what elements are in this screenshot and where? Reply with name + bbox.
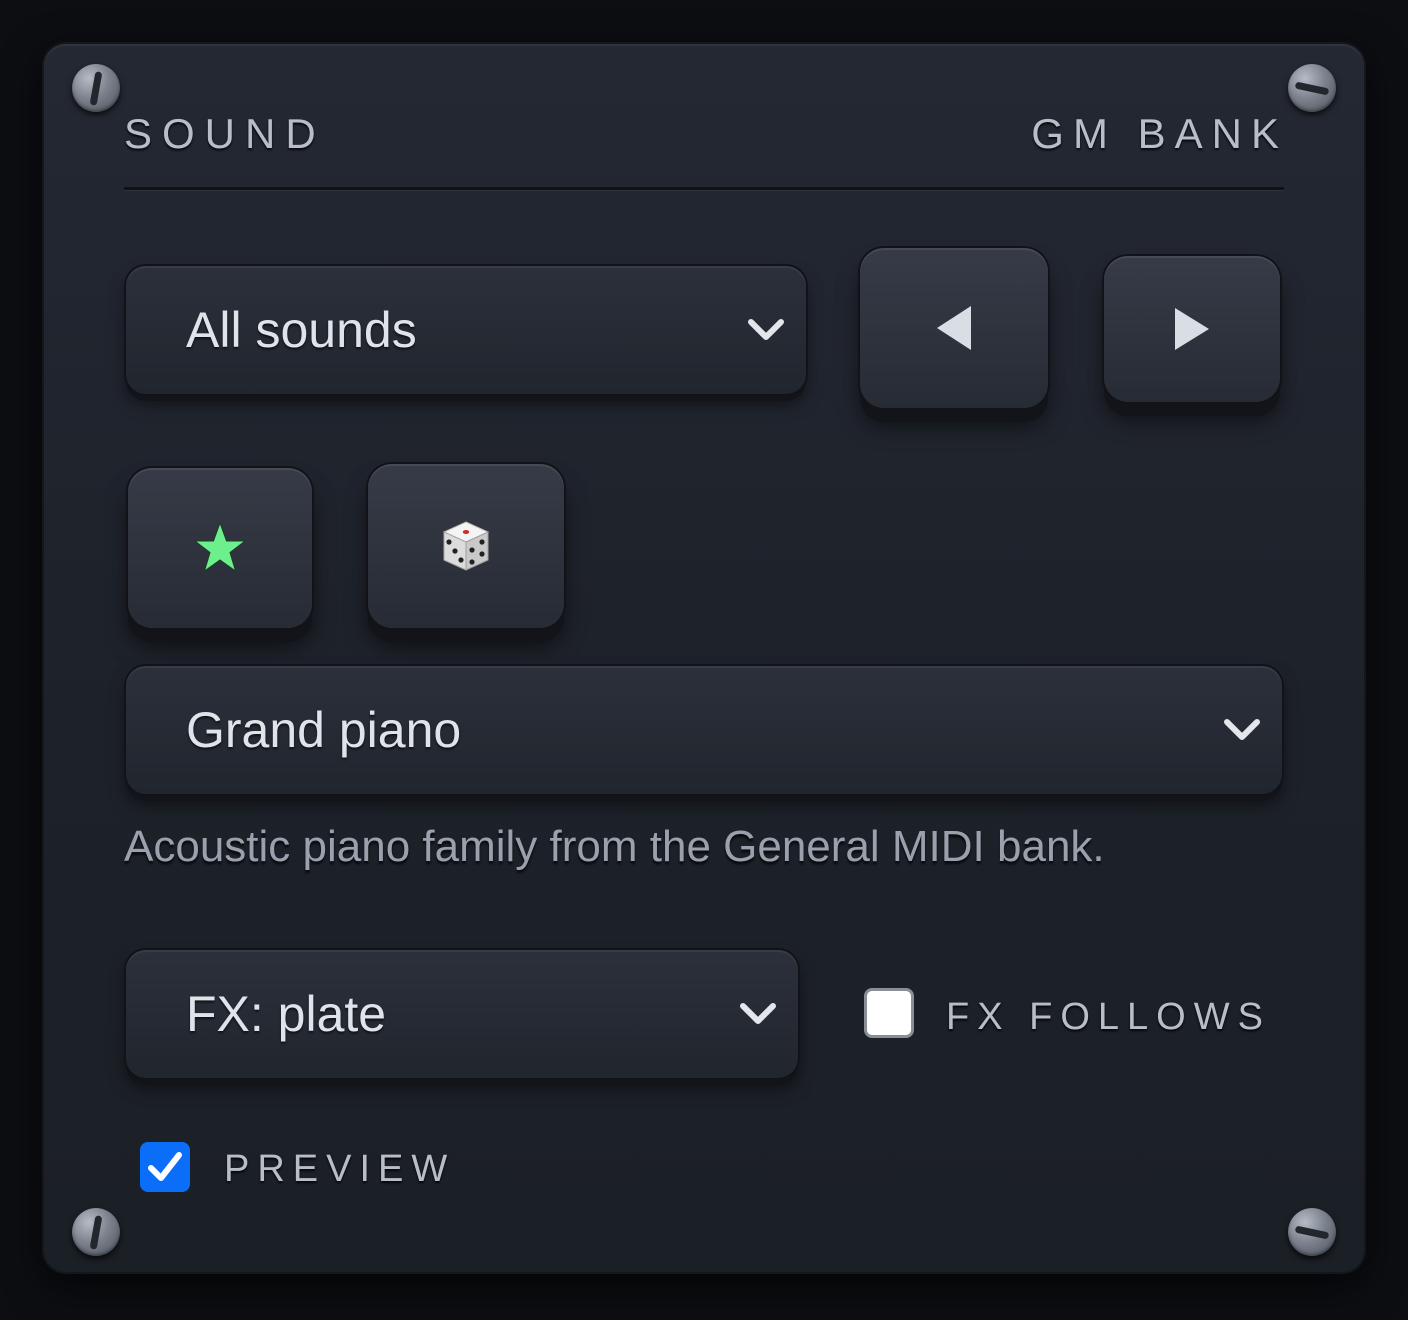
star-icon [193,521,247,573]
sound-select[interactable]: Grand piano [126,666,1282,794]
random-sound-button[interactable] [368,464,564,628]
dice-icon [442,521,490,571]
header-divider [124,187,1284,190]
favorite-button[interactable] [128,468,312,628]
fx-select-value: FX: plate [186,986,387,1042]
sound-description: Acoustic piano family from the General M… [124,822,1105,871]
screw-icon [1288,1208,1336,1256]
preview-checkbox[interactable] [140,1142,190,1192]
sound-select-value: Grand piano [186,702,462,758]
fx-follows-label: FX FOLLOWS [946,996,1271,1038]
triangle-left-icon [937,306,971,350]
triangle-right-icon [1175,308,1209,350]
category-select[interactable]: All sounds [126,266,806,394]
fx-follows-checkbox[interactable] [864,988,914,1038]
chevron-down-icon [740,1003,776,1024]
checkmark-icon [148,1152,182,1181]
panel-title: SOUND [124,110,326,157]
bank-label: GM BANK [1031,110,1288,157]
previous-sound-button[interactable] [860,248,1048,408]
chevron-down-icon [1224,719,1260,740]
sound-panel [44,44,1364,1272]
fx-select[interactable]: FX: plate [126,950,798,1078]
screw-icon [72,1208,120,1256]
screw-icon [72,64,120,112]
preview-label: PREVIEW [224,1148,456,1190]
chevron-down-icon [748,319,784,340]
category-select-value: All sounds [186,302,417,358]
screw-icon [1288,64,1336,112]
next-sound-button[interactable] [1104,256,1280,402]
